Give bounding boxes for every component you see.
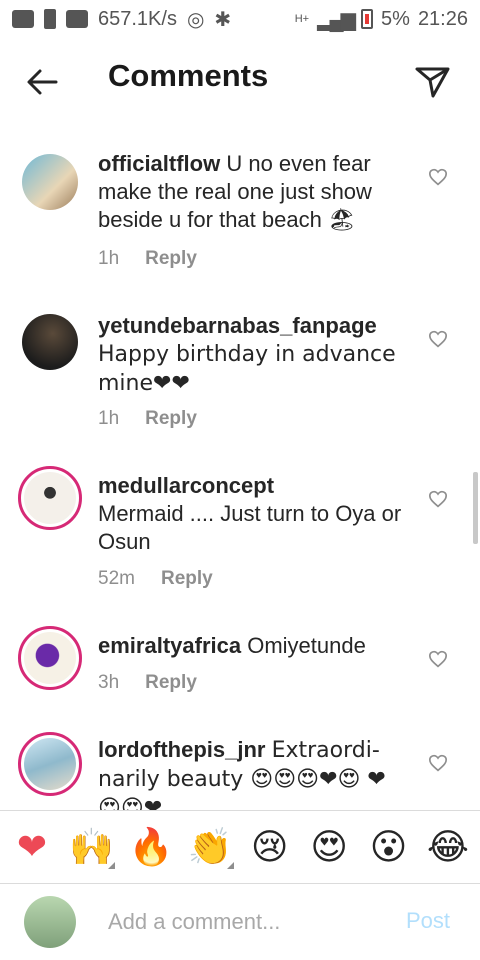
surprised-face-emoji-button[interactable]: 😮 <box>367 825 411 869</box>
avatar[interactable] <box>18 466 82 530</box>
comment-text: emiraltyafrica Omiyetunde <box>98 632 408 660</box>
avatar[interactable] <box>22 314 78 370</box>
message-icon <box>12 10 34 28</box>
like-heart-icon[interactable] <box>428 330 448 348</box>
clapping-hands-emoji: 👏 <box>187 827 233 868</box>
heart-emoji-button[interactable]: ❤ <box>10 825 54 869</box>
comment-composer: Post <box>0 884 480 960</box>
scrollbar[interactable] <box>473 472 478 544</box>
comment-username[interactable]: medullarconcept <box>98 473 274 498</box>
comment-text: medullarconcept Mermaid .... Just turn t… <box>98 472 408 556</box>
reply-button[interactable]: Reply <box>161 568 213 590</box>
comment-meta: 52m Reply <box>98 568 213 590</box>
network-speed: 657.1K/s <box>98 7 177 30</box>
comment-username[interactable]: lordofthepis_jnr <box>98 737 265 762</box>
comment-time: 1h <box>98 248 120 269</box>
clapping-hands-emoji-button[interactable]: 👏 <box>187 825 235 869</box>
comment-username[interactable]: officialtflow <box>98 151 220 176</box>
comment-text: lordofthepis_jnr Extraordi-narily beauty… <box>98 736 408 810</box>
surprised-face-emoji: 😮 <box>369 826 408 868</box>
back-arrow-icon[interactable] <box>22 62 62 102</box>
network-type: H+ <box>294 13 310 25</box>
comment-meta: 1h Reply <box>98 248 197 270</box>
avatar[interactable] <box>24 896 76 948</box>
page-title: Comments <box>108 58 269 93</box>
reply-button[interactable]: Reply <box>145 672 197 694</box>
heart-emoji: ❤ <box>16 826 48 868</box>
header: Comments <box>0 38 480 124</box>
laughing-face-emoji-button[interactable]: 😂 <box>426 825 470 869</box>
like-heart-icon[interactable] <box>428 754 448 772</box>
comment-content: Omiyetunde <box>247 633 366 658</box>
raising-hands-emoji-button[interactable]: 🙌 <box>69 825 116 869</box>
comment-username[interactable]: yetundebarnabas_fanpage <box>98 313 377 338</box>
post-button[interactable]: Post <box>406 908 450 934</box>
mail-icon <box>66 10 88 28</box>
skin-tone-indicator <box>227 862 235 869</box>
comment-text: officialtflow U no even fear make the re… <box>98 150 408 234</box>
comment-time: 3h <box>98 672 120 693</box>
status-bar: 657.1K/s ◎ ✱ H+ ▂▄▆ 5% 21:26 <box>0 0 480 38</box>
reply-button[interactable]: Reply <box>145 248 197 270</box>
battery-percent: 5% <box>381 7 410 30</box>
laughing-face-emoji: 😂 <box>426 826 469 868</box>
clock: 21:26 <box>417 7 468 30</box>
avatar[interactable] <box>18 626 82 690</box>
comment-meta: 3h Reply <box>98 672 197 694</box>
comment-username[interactable]: emiraltyafrica <box>98 633 241 658</box>
hotspot-icon: ◎ <box>186 8 205 31</box>
emoji-reaction-bar: ❤ 🙌 🔥 👏 😢 😍 😮 😂 <box>0 810 480 884</box>
heart-eyes-emoji-button[interactable]: 😍 <box>307 825 351 869</box>
comment-content: Happy birthday in advance mine❤❤ <box>98 342 396 396</box>
signal-icon: ▂▄▆ <box>317 8 356 31</box>
comments-list[interactable]: officialtflow U no even fear make the re… <box>0 124 480 810</box>
sd-card-icon <box>44 9 56 29</box>
fire-emoji: 🔥 <box>128 827 174 868</box>
crying-face-emoji-button[interactable]: 😢 <box>248 825 292 869</box>
comment-time: 52m <box>98 568 135 589</box>
battery-icon <box>361 9 374 29</box>
like-heart-icon[interactable] <box>428 490 448 508</box>
crying-face-emoji: 😢 <box>250 826 289 868</box>
like-heart-icon[interactable] <box>428 650 448 668</box>
reply-button[interactable]: Reply <box>145 408 197 430</box>
fire-emoji-button[interactable]: 🔥 <box>128 825 174 869</box>
heart-eyes-emoji: 😍 <box>310 826 348 868</box>
comment-time: 1h <box>98 408 120 429</box>
comment-content: Mermaid .... Just turn to Oya or Osun <box>98 501 402 554</box>
skin-tone-indicator <box>108 862 116 869</box>
avatar[interactable] <box>22 154 78 210</box>
raising-hands-emoji: 🙌 <box>69 827 114 868</box>
direct-message-icon[interactable] <box>412 60 452 100</box>
comment-meta: 1h Reply <box>98 408 197 430</box>
comment-input[interactable] <box>108 904 388 940</box>
avatar[interactable] <box>18 732 82 796</box>
like-heart-icon[interactable] <box>428 168 448 186</box>
comment-text: yetundebarnabas_fanpage Happy birthday i… <box>98 312 408 398</box>
bluetooth-icon: ✱ <box>214 8 232 31</box>
